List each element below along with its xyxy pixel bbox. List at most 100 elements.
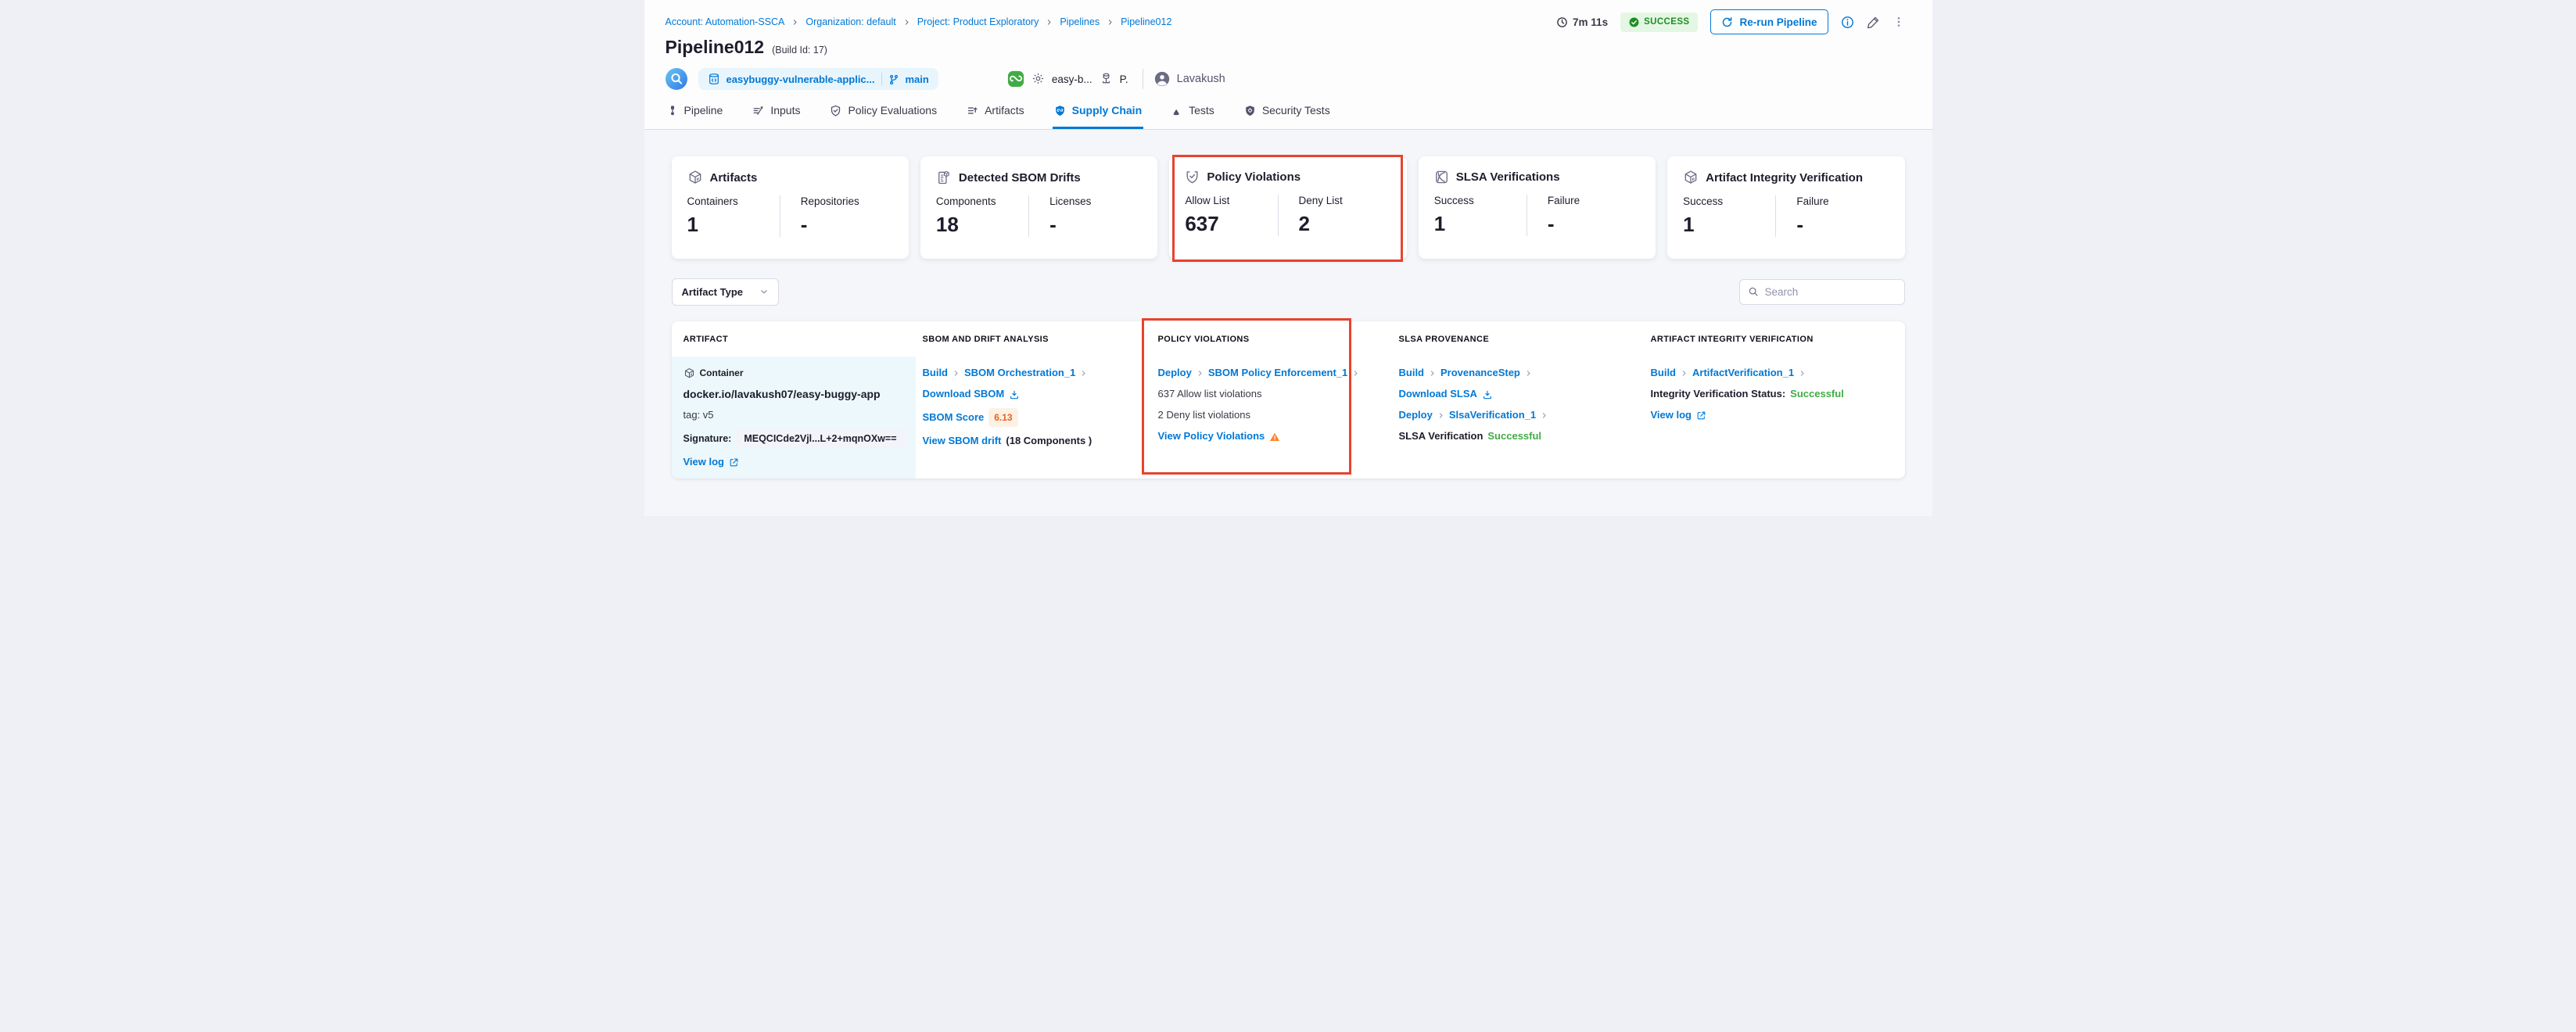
stat-licenses: Licenses -	[1028, 195, 1142, 237]
card-slsa-verifications: SLSA Verifications Success 1 Failure -	[1419, 156, 1656, 259]
container-icon	[683, 366, 695, 380]
view-sbom-drift-link[interactable]: View SBOM drift	[923, 434, 1002, 448]
header-actions: 7m 11s SUCCESS Re-run Pipeline	[1556, 9, 1904, 34]
slsa-icon	[1434, 170, 1449, 185]
stage-link[interactable]: Deploy	[1158, 366, 1192, 380]
table-row: Container docker.io/lavakush07/easy-bugg…	[672, 357, 1905, 478]
chevron-down-icon	[759, 285, 769, 299]
chevron-right-icon	[1437, 412, 1444, 419]
gear-icon	[1031, 72, 1045, 86]
stage-link[interactable]: Build	[1651, 366, 1677, 380]
divider	[881, 73, 882, 85]
branch-name: main	[906, 73, 929, 85]
pipeline-execution-page: Account: Automation-SSCA Organization: d…	[644, 0, 1932, 516]
column-header-artifact: ARTIFACT	[672, 335, 916, 344]
slsa-provenance-cell: Build ProvenanceStep Download SLSA Deplo…	[1392, 357, 1644, 478]
stage-link[interactable]: Build	[1399, 366, 1425, 380]
view-policy-violations-link[interactable]: View Policy Violations	[1158, 429, 1265, 443]
summary-cards-row: Artifacts Containers 1 Repositories -	[672, 156, 1905, 259]
breadcrumb-row: Account: Automation-SSCA Organization: d…	[666, 13, 1905, 31]
card-title: Artifacts	[710, 171, 758, 185]
package-icon	[687, 170, 703, 185]
execution-meta-row: easybuggy-vulnerable-applic... main easy…	[666, 67, 1905, 91]
card-artifact-integrity: Artifact Integrity Verification Success …	[1667, 156, 1904, 259]
card-title: Artifact Integrity Verification	[1706, 171, 1863, 185]
rerun-pipeline-button[interactable]: Re-run Pipeline	[1710, 9, 1828, 34]
trigger-pipeline-name[interactable]: easy-b...	[1052, 73, 1092, 85]
slsa-verification-label: SLSA Verification	[1399, 429, 1484, 443]
stage-link[interactable]: Deploy	[1399, 408, 1433, 422]
chevron-right-icon	[903, 19, 910, 26]
edit-pipeline-icon[interactable]	[1867, 16, 1880, 29]
execution-duration: 7m 11s	[1556, 16, 1608, 28]
user-name: Lavakush	[1177, 73, 1225, 85]
policy-violations-cell: Deploy SBOM Policy Enforcement_1 637 All…	[1151, 357, 1392, 478]
chevron-right-icon	[1681, 370, 1688, 377]
chevron-right-icon	[1352, 370, 1359, 377]
page-header: Account: Automation-SSCA Organization: d…	[644, 0, 1932, 130]
tab-bar: Pipeline Inputs Policy Evaluations Artif…	[666, 101, 1905, 129]
download-sbom-link[interactable]: Download SBOM	[923, 387, 1005, 401]
breadcrumb-project[interactable]: Project: Product Exploratory	[917, 16, 1039, 27]
allow-list-violations: 637 Allow list violations	[1158, 387, 1262, 401]
stat-repositories: Repositories -	[780, 195, 893, 237]
dropdown-label: Artifact Type	[682, 286, 744, 298]
artifact-type-dropdown[interactable]: Artifact Type	[672, 278, 779, 306]
step-link[interactable]: ArtifactVerification_1	[1692, 366, 1794, 380]
chevron-right-icon	[1429, 370, 1436, 377]
breadcrumb-account[interactable]: Account: Automation-SSCA	[666, 16, 785, 27]
trigger-stage-name[interactable]: P.	[1120, 73, 1128, 85]
column-header-slsa-provenance: SLSA PROVENANCE	[1392, 335, 1644, 344]
breadcrumb-pipelines[interactable]: Pipelines	[1060, 16, 1100, 27]
view-log-link[interactable]: View log	[683, 455, 725, 469]
download-slsa-link[interactable]: Download SLSA	[1399, 387, 1477, 401]
signature-label: Signature:	[683, 432, 732, 446]
info-icon[interactable]	[1841, 16, 1854, 29]
external-link-icon	[729, 455, 739, 469]
step-link[interactable]: SBOM Orchestration_1	[964, 366, 1075, 380]
stage-link[interactable]: Build	[923, 366, 949, 380]
tab-security-tests[interactable]: Security Tests	[1243, 101, 1332, 129]
sbom-cell: Build SBOM Orchestration_1 Download SBOM…	[916, 357, 1151, 478]
download-icon	[1009, 387, 1020, 401]
more-options-icon[interactable]	[1893, 16, 1905, 28]
table-header-row: ARTIFACT SBOM AND DRIFT ANALYSIS POLICY …	[672, 321, 1905, 357]
tab-tests[interactable]: Tests	[1170, 101, 1216, 129]
check-circle-icon	[1629, 17, 1639, 27]
stat-deny-list: Deny List 2	[1278, 195, 1391, 236]
deny-list-violations: 2 Deny list violations	[1158, 408, 1251, 422]
step-link[interactable]: SBOM Policy Enforcement_1	[1208, 366, 1347, 380]
search-input[interactable]	[1765, 286, 1903, 298]
stat-components: Components 18	[936, 195, 1028, 237]
chevron-right-icon	[1046, 19, 1053, 26]
breadcrumb-organization[interactable]: Organization: default	[805, 16, 895, 27]
breadcrumb-current-pipeline[interactable]: Pipeline012	[1121, 16, 1171, 27]
status-badge: SUCCESS	[1620, 13, 1698, 32]
signature-value[interactable]: MEQCICde2Vjl...L+2+mqnOXw==	[736, 429, 904, 448]
chevron-right-icon	[953, 370, 960, 377]
repo-name: easybuggy-vulnerable-applic...	[727, 73, 875, 85]
tab-pipeline[interactable]: Pipeline	[666, 101, 725, 129]
repo-branch-chip[interactable]: easybuggy-vulnerable-applic... main	[698, 68, 938, 91]
step-link[interactable]: ProvenanceStep	[1440, 366, 1520, 380]
artifact-integrity-cell: Build ArtifactVerification_1 Integrity V…	[1644, 357, 1905, 478]
artifact-name: docker.io/lavakush07/easy-buggy-app	[683, 387, 881, 401]
view-log-link[interactable]: View log	[1651, 408, 1692, 422]
supply-chain-content: Artifacts Containers 1 Repositories -	[644, 156, 1932, 478]
card-title: SLSA Verifications	[1456, 170, 1560, 184]
column-header-policy-violations: POLICY VIOLATIONS	[1151, 335, 1392, 344]
artifact-cell: Container docker.io/lavakush07/easy-bugg…	[672, 357, 916, 478]
search-box	[1739, 279, 1905, 305]
chevron-right-icon	[791, 19, 798, 26]
artifact-type-label: Container	[700, 366, 744, 380]
pipeline-avatar-icon	[666, 68, 687, 90]
tab-policy-evaluations[interactable]: Policy Evaluations	[828, 101, 938, 129]
tab-artifacts[interactable]: Artifacts	[965, 101, 1026, 129]
tab-inputs[interactable]: Inputs	[751, 101, 802, 129]
infrastructure-icon	[1100, 72, 1113, 86]
tab-supply-chain[interactable]: Supply Chain	[1053, 101, 1143, 129]
trigger-info: easy-b... P.	[1007, 70, 1128, 88]
branch-icon	[888, 73, 899, 85]
sbom-score-link[interactable]: SBOM Score	[923, 410, 985, 425]
step-link[interactable]: SlsaVerification_1	[1449, 408, 1536, 422]
